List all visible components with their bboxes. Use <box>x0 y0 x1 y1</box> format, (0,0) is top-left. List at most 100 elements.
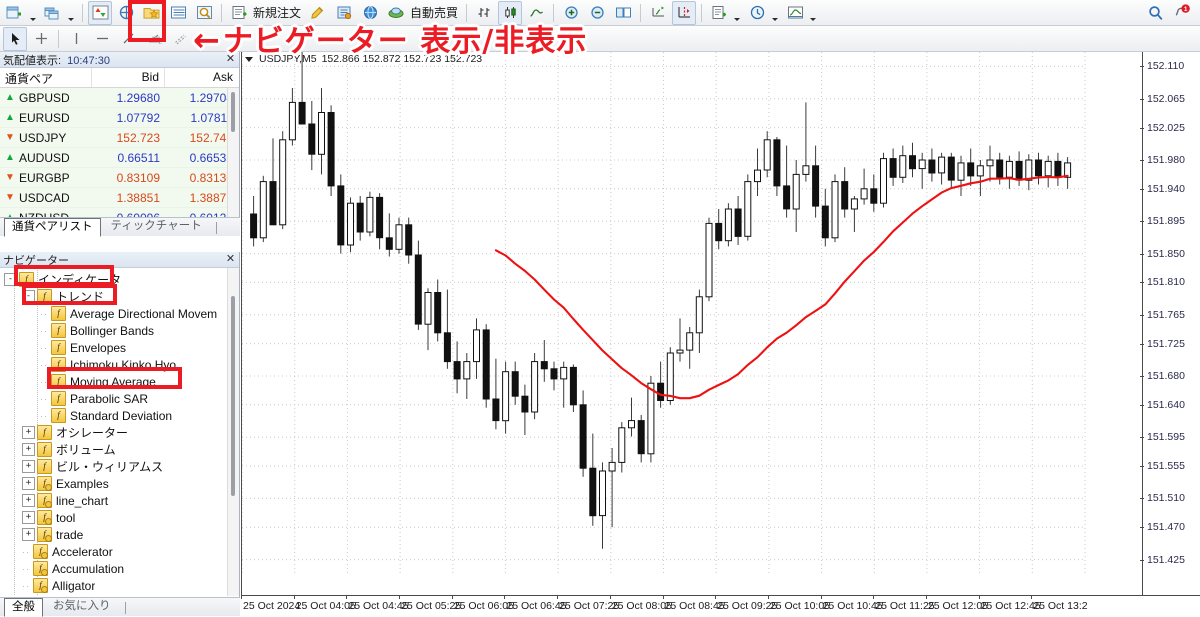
new-chart-caret[interactable] <box>66 0 75 27</box>
column-header-bid[interactable]: Bid <box>92 68 165 87</box>
cursor-tool-button[interactable] <box>3 26 27 51</box>
tree-item[interactable]: ···f Accumulation <box>0 560 239 577</box>
indicators-list-button[interactable] <box>707 1 731 25</box>
new-order-button[interactable] <box>3 1 27 25</box>
market-watch-scroll-thumb[interactable] <box>231 92 235 132</box>
arrow-down-icon: ▼ <box>5 191 15 203</box>
navigator-scrollbar[interactable] <box>227 268 239 596</box>
table-row[interactable]: ▲ AUDUSD 0.66511 0.66537 <box>0 148 239 168</box>
tree-item[interactable]: ···f Average Directional Movem <box>0 305 239 322</box>
tree-expander[interactable]: + <box>22 460 35 473</box>
tree-expander[interactable]: + <box>22 494 35 507</box>
channel-tool-button[interactable] <box>168 27 192 51</box>
tree-expander[interactable]: + <box>22 426 35 439</box>
tab-symbol-list[interactable]: 通貨ペアリスト <box>4 218 101 237</box>
tree-item-label: Alligator <box>52 578 96 593</box>
table-row[interactable]: ▼ USDCAD 1.38851 1.38871 <box>0 188 239 208</box>
table-row[interactable]: ▼ USDJPY 152.723 152.747 <box>0 128 239 148</box>
vertical-line-tool-button[interactable] <box>64 27 88 51</box>
tab-favorites[interactable]: お気に入り <box>45 597 119 616</box>
indicators-caret[interactable] <box>732 0 741 27</box>
tree-item[interactable]: + f tool <box>0 509 239 526</box>
tree-item[interactable]: ···f Envelopes <box>0 339 239 356</box>
table-row[interactable]: ▲ EURUSD 1.07792 1.07811 <box>0 108 239 128</box>
indicator-f-icon: f <box>33 578 48 593</box>
tree-item[interactable]: ···f Bollinger Bands <box>0 322 239 339</box>
annotation-caption: ナビゲーター 表示/非表示 <box>222 24 588 59</box>
auto-scroll-button[interactable] <box>672 0 697 25</box>
time-tick-label: 25 Oct 04:45 <box>348 600 409 612</box>
alerts-button[interactable]: 1 <box>1170 1 1194 25</box>
navigator-close-button[interactable]: ✕ <box>224 253 237 266</box>
tree-item-label: オシレーター <box>56 426 129 440</box>
templates-button[interactable] <box>783 1 807 25</box>
tile-windows-button[interactable] <box>611 1 635 25</box>
price-tick-mark <box>1140 282 1144 284</box>
toolbar-divider-5 <box>640 3 642 22</box>
tree-item[interactable]: + f オシレーター <box>0 424 239 441</box>
chart-plot-area[interactable]: 152.110 152.065 152.025 151.980 151.940 151.8… <box>241 52 1200 616</box>
time-tick-mark <box>873 595 875 599</box>
price-tick-mark <box>1140 376 1144 377</box>
column-header-ask[interactable]: Ask <box>165 68 238 87</box>
tree-item[interactable]: ···f Alligator <box>0 577 239 594</box>
symbol-label: USDJPY <box>19 130 67 145</box>
tree-expander[interactable]: + <box>22 511 35 524</box>
tree-item[interactable]: ···f Parabolic SAR <box>0 390 239 407</box>
tree-guide-dots: ··· <box>22 563 31 574</box>
chart-shift-button[interactable] <box>646 1 670 25</box>
bid-cell: 1.38851 <box>116 190 160 205</box>
price-tick-mark <box>1140 527 1144 529</box>
time-tick-label: 25 Oct 2024 <box>243 600 301 612</box>
arrow-down-icon: ▼ <box>5 131 15 143</box>
indicator-f-icon: f <box>37 476 52 491</box>
time-tick-mark <box>346 595 348 599</box>
navigator-scroll-thumb[interactable] <box>231 296 235 496</box>
crosshair-tool-button[interactable] <box>29 27 53 51</box>
tree-expander[interactable]: + <box>22 528 35 541</box>
arrow-up-icon: ▲ <box>5 91 15 103</box>
new-chart-button[interactable] <box>41 1 65 25</box>
price-axis[interactable]: 152.110 152.065 152.025 151.980 151.940 151.8… <box>1140 52 1200 595</box>
zoom-out-button[interactable] <box>585 1 609 25</box>
terminal-toggle-button[interactable] <box>166 1 190 25</box>
tree-item[interactable]: ···f Standard Deviation <box>0 407 239 424</box>
time-tick-mark <box>925 595 927 599</box>
navigator-tabstrip-divider <box>124 602 126 614</box>
tree-item[interactable]: + f line_chart <box>0 492 239 509</box>
indicator-f-icon: f <box>37 425 52 440</box>
tab-tick-chart[interactable]: ティックチャート <box>103 217 210 236</box>
arrow-up-icon: ▲ <box>5 151 15 163</box>
time-axis[interactable]: 25 Oct 2024 25 Oct 04:05 25 Oct 04:45 25 Oc… <box>241 595 1200 616</box>
tree-expander[interactable]: + <box>22 443 35 456</box>
table-row[interactable]: ▼ EURGBP 0.83109 0.83130 <box>0 168 239 188</box>
time-tick-label: 25 Oct 13:2 <box>1033 600 1088 612</box>
tree-item[interactable]: ···f Accelerator <box>0 543 239 560</box>
market-watch-scrollbar[interactable] <box>227 88 239 229</box>
time-tick-mark <box>451 595 453 599</box>
candlestick-plot <box>242 52 1086 574</box>
indicator-f-icon: f <box>37 510 52 525</box>
table-row[interactable]: ▲ GBPUSD 1.29680 1.29704 <box>0 88 239 108</box>
timeframe-button[interactable] <box>745 1 769 25</box>
timeframe-caret[interactable] <box>770 0 779 27</box>
tree-item[interactable]: + f Examples <box>0 475 239 492</box>
tree-item[interactable]: + f ビル・ウィリアムス <box>0 458 239 475</box>
price-tick-mark <box>1140 127 1144 129</box>
new-order-caret[interactable] <box>28 0 37 27</box>
arrow-down-icon: ▼ <box>5 171 15 183</box>
price-tick-label: 151.850 <box>1147 247 1185 260</box>
tree-item[interactable]: + f ボリューム <box>0 441 239 458</box>
horizontal-line-tool-button[interactable] <box>90 27 114 51</box>
market-watch-toggle-button[interactable] <box>88 0 112 25</box>
tree-guide-dots: ··· <box>22 546 31 557</box>
symbol-cell: ▼ EURGBP <box>0 171 92 185</box>
tab-common[interactable]: 全般 <box>4 598 43 617</box>
indicator-f-icon: f <box>51 391 66 406</box>
search-button[interactable] <box>1144 1 1168 25</box>
chart-panel[interactable]: USDJPY,M5 152.866 152.872 152.723 152.72… <box>241 52 1200 616</box>
tree-item[interactable]: + f trade <box>0 526 239 543</box>
column-header-symbol[interactable]: 通貨ペア <box>0 68 92 87</box>
tree-expander[interactable]: + <box>22 477 35 490</box>
templates-caret[interactable] <box>808 0 817 27</box>
